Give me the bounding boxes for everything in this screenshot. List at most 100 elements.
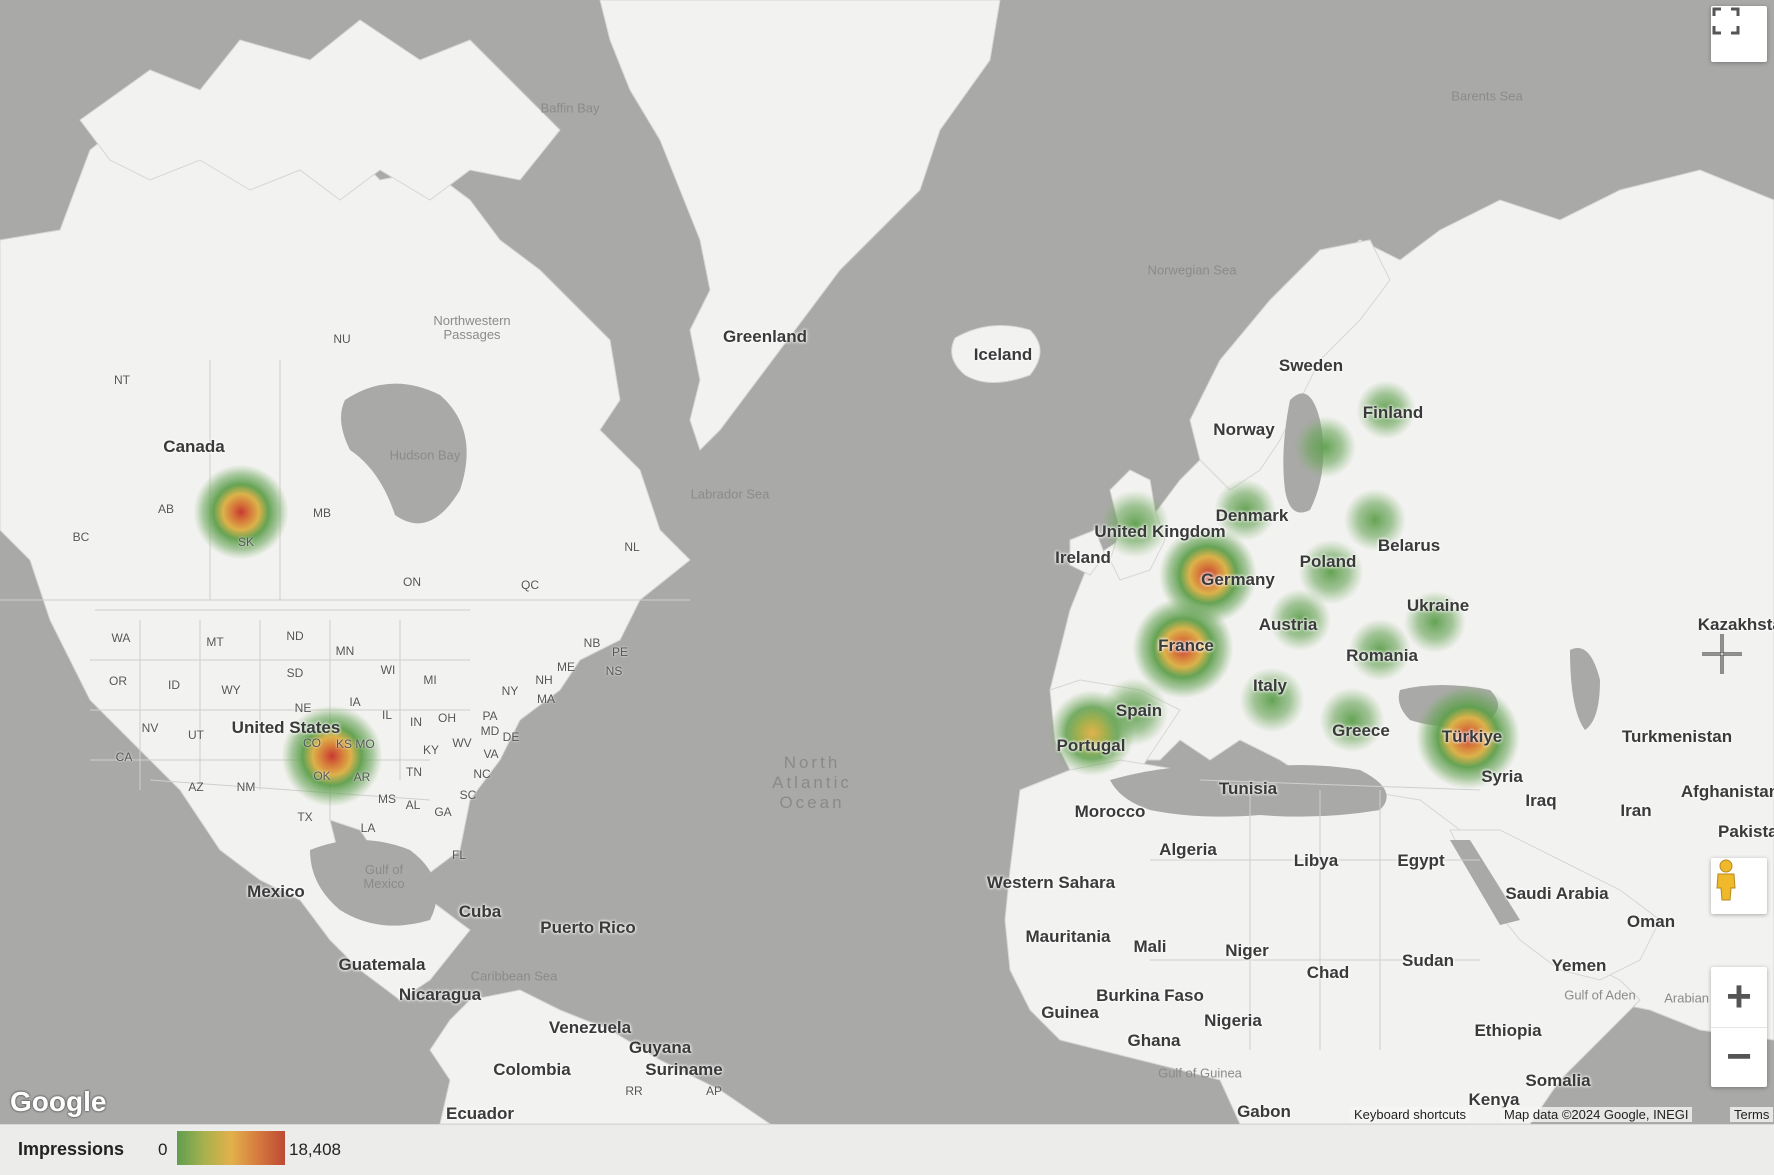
water-label: Norwegian Sea xyxy=(1147,262,1237,278)
state-label: MB xyxy=(313,506,331,520)
state-label: UT xyxy=(188,728,204,742)
country-label-colombia: Colombia xyxy=(493,1060,571,1079)
state-label: SD xyxy=(286,666,304,680)
state-label: NU xyxy=(333,332,351,346)
state-label: IL xyxy=(381,708,393,722)
legend-title: Impressions xyxy=(18,1139,125,1159)
country-label-nigeria: Nigeria xyxy=(1204,1011,1262,1030)
state-label: AP xyxy=(705,1084,723,1098)
state-label: NC xyxy=(473,767,491,781)
country-label-portugal: Portugal xyxy=(1056,736,1126,755)
state-label: AR xyxy=(353,770,371,784)
country-label-guinea: Guinea xyxy=(1041,1003,1099,1022)
state-label: OK xyxy=(313,769,331,783)
country-label-afghanistan: Afghanistan xyxy=(1680,782,1774,801)
country-label-iraq: Iraq xyxy=(1525,791,1557,810)
country-label-mali: Mali xyxy=(1133,937,1167,956)
zoom-control: + − xyxy=(1711,967,1767,1087)
legend-footer: Impressions 0 18,408 xyxy=(0,1124,1774,1175)
fullscreen-icon xyxy=(1712,7,1740,35)
water-label: Hudson Bay xyxy=(389,447,461,463)
country-label-sweden: Sweden xyxy=(1278,356,1344,375)
country-label-turkmenistan: Turkmenistan xyxy=(1621,727,1733,746)
state-label: ME xyxy=(557,660,575,674)
state-label: NT xyxy=(114,373,130,387)
state-label: OH xyxy=(438,711,456,725)
map-canvas[interactable]: Canada United States Mexico Cuba Puerto … xyxy=(0,0,1774,1124)
state-label: AB xyxy=(157,502,175,516)
state-label: ON xyxy=(403,575,421,589)
keyboard-shortcuts-link[interactable]: Keyboard shortcuts xyxy=(1350,1107,1471,1122)
state-label: MA xyxy=(537,692,555,706)
country-label-guatemala: Guatemala xyxy=(338,955,426,974)
water-label: Caribbean Sea xyxy=(470,968,558,984)
country-label-ukraine: Ukraine xyxy=(1406,596,1470,615)
fullscreen-button[interactable] xyxy=(1711,6,1767,62)
state-label: WY xyxy=(221,683,241,697)
water-label: Gulf of Aden xyxy=(1564,987,1636,1003)
country-label-mauritania: Mauritania xyxy=(1025,927,1111,946)
pegman-icon xyxy=(1716,859,1736,901)
country-label-turkiye: Türkiye xyxy=(1441,727,1503,746)
water-label: Northwestern Passages xyxy=(433,313,511,342)
state-label: MO xyxy=(355,737,375,751)
state-label: CO xyxy=(303,736,321,750)
state-label: ID xyxy=(168,678,180,692)
country-label-belarus: Belarus xyxy=(1377,536,1441,555)
country-label-united-kingdom: United Kingdom xyxy=(1094,522,1226,541)
state-label: CA xyxy=(115,750,133,764)
country-label-ethiopia: Ethiopia xyxy=(1474,1021,1542,1040)
state-label: MS xyxy=(378,792,396,806)
state-label: SC xyxy=(459,788,477,802)
country-label-norway: Norway xyxy=(1213,420,1275,439)
state-label: PA xyxy=(482,709,498,723)
country-label-gabon: Gabon xyxy=(1237,1102,1291,1121)
country-label-chad: Chad xyxy=(1306,963,1350,982)
country-label-tunisia: Tunisia xyxy=(1218,779,1278,798)
ocean-label: North Atlantic Ocean xyxy=(772,753,852,812)
state-label: KY xyxy=(422,743,440,757)
country-label-france: France xyxy=(1158,636,1214,655)
country-label-egypt: Egypt xyxy=(1397,851,1445,870)
country-label-nicaragua: Nicaragua xyxy=(398,985,482,1004)
country-label-iran: Iran xyxy=(1620,801,1652,820)
water-label: Baffin Bay xyxy=(540,100,600,116)
country-label-poland: Poland xyxy=(1299,552,1357,571)
crosshair-cursor-icon xyxy=(1702,634,1742,674)
state-label: NL xyxy=(624,540,640,554)
state-label: MN xyxy=(335,644,355,658)
state-label: NV xyxy=(141,721,159,735)
country-label-ghana: Ghana xyxy=(1127,1031,1181,1050)
arctic-islands xyxy=(79,19,561,201)
state-label: SK xyxy=(237,535,255,549)
state-label: WA xyxy=(111,631,131,645)
state-label: OR xyxy=(109,674,127,688)
street-view-pegman-button[interactable] xyxy=(1711,858,1767,914)
state-label: NS xyxy=(605,664,623,678)
country-label-puerto-rico: Puerto Rico xyxy=(540,918,636,937)
terms-link[interactable]: Terms xyxy=(1730,1107,1774,1122)
state-label: VA xyxy=(483,747,499,761)
state-label: BC xyxy=(72,530,90,544)
state-label: RR xyxy=(625,1084,643,1098)
country-label-suriname: Suriname xyxy=(645,1060,723,1079)
country-label-cuba: Cuba xyxy=(458,902,502,921)
country-label-libya: Libya xyxy=(1293,851,1339,870)
state-label: DE xyxy=(502,730,520,744)
legend-max-value: 18,408 xyxy=(289,1140,341,1159)
country-label-united-states: United States xyxy=(231,718,341,737)
state-label: PE xyxy=(611,645,629,659)
country-label-guyana: Guyana xyxy=(628,1038,692,1057)
zoom-out-button[interactable]: − xyxy=(1711,1028,1767,1088)
state-label: MT xyxy=(206,635,224,649)
country-label-oman: Oman xyxy=(1626,912,1676,931)
state-label: IA xyxy=(349,695,361,709)
heatmap-point xyxy=(1294,416,1356,478)
country-label-italy: Italy xyxy=(1252,676,1288,695)
country-label-ecuador: Ecuador xyxy=(445,1104,515,1123)
state-label: WV xyxy=(452,736,472,750)
country-label-greenland: Greenland xyxy=(722,327,808,346)
zoom-in-button[interactable]: + xyxy=(1711,967,1767,1028)
state-label: MD xyxy=(480,724,500,738)
country-label-western-sahara: Western Sahara xyxy=(986,873,1116,892)
